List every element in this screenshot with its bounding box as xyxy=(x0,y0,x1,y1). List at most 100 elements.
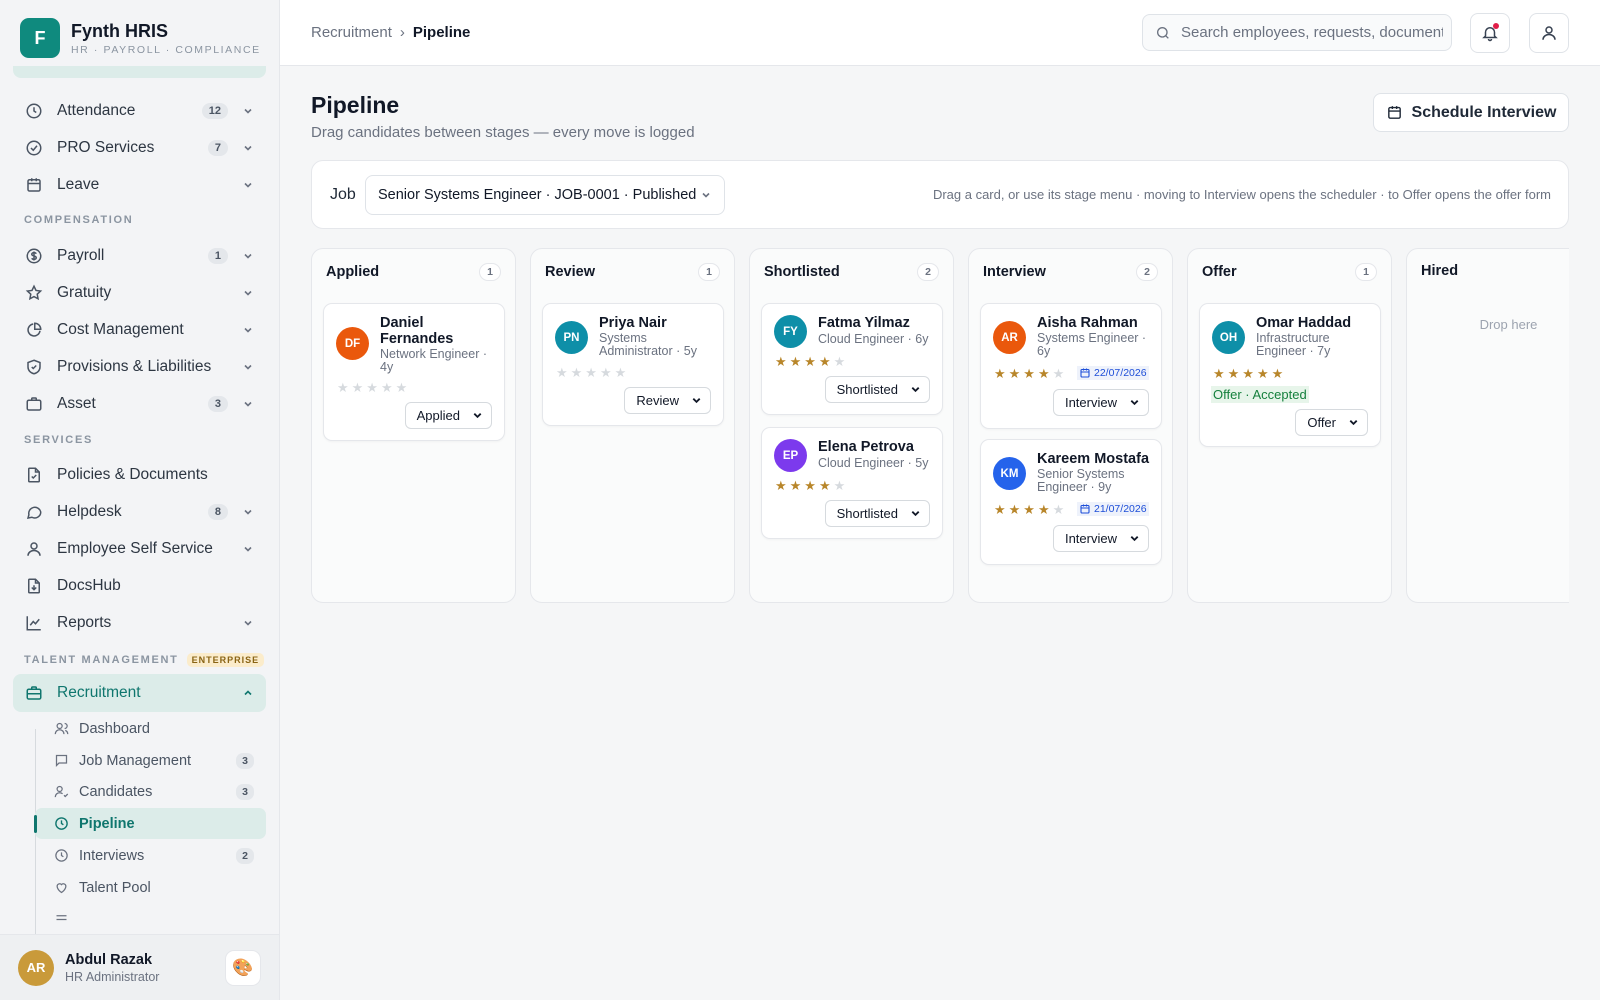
candidate-role: Cloud Engineer · 6y xyxy=(818,332,929,346)
chevron-down-icon[interactable] xyxy=(242,179,254,191)
enterprise-badge: ENTERPRISE xyxy=(186,653,265,667)
subnav-job-management[interactable]: Job Management 3 xyxy=(35,745,266,776)
drop-zone[interactable]: Drop here xyxy=(1407,317,1569,332)
sidebar-item-provisions[interactable]: Provisions & Liabilities xyxy=(13,349,266,385)
chevron-up-icon[interactable] xyxy=(242,687,254,699)
chevron-down-icon[interactable] xyxy=(242,506,254,518)
rating-stars[interactable]: ★★★★★ xyxy=(1213,366,1286,382)
rating-stars[interactable]: ★★★★★ xyxy=(994,502,1067,518)
count-badge: 8 xyxy=(207,504,228,520)
stage-select[interactable]: Interview xyxy=(1052,525,1149,552)
subnav-item-partial[interactable] xyxy=(35,904,266,934)
candidate-card-kareem[interactable]: KM Kareem Mostafa Senior Systems Enginee… xyxy=(980,439,1162,565)
column-title: Review xyxy=(545,264,595,280)
rating-stars[interactable]: ★★★★★ xyxy=(775,354,848,370)
column-hired[interactable]: Hired Drop here xyxy=(1406,248,1569,603)
sidebar-item-docshub[interactable]: DocsHub xyxy=(13,568,266,604)
stars-filled: ★★★★ xyxy=(994,502,1053,517)
column-title: Hired xyxy=(1421,263,1459,279)
chevron-down-icon[interactable] xyxy=(242,324,254,336)
section-services: SERVICES xyxy=(24,434,94,446)
subnav-interviews[interactable]: Interviews 2 xyxy=(35,840,266,871)
candidate-card-elena[interactable]: EP Elena Petrova Cloud Engineer · 5y ★★★… xyxy=(761,427,943,539)
column-offer[interactable]: Offer 1 OH Omar Haddad Infrastructure En… xyxy=(1187,248,1392,603)
count-badge: 1 xyxy=(207,248,228,264)
candidate-card-priya[interactable]: PN Priya Nair Systems Administrator · 5y… xyxy=(542,303,724,426)
page-title: Pipeline xyxy=(311,92,400,118)
sidebar-item-leave[interactable]: Leave xyxy=(13,167,266,203)
stage-select[interactable]: Offer xyxy=(1295,409,1368,436)
avatar: FY xyxy=(774,315,807,348)
sidebar-nav[interactable]: Attendance 12 PRO Services 7 Leave COMPE… xyxy=(0,66,279,934)
chevron-down-icon[interactable] xyxy=(242,250,254,262)
check-circle-icon xyxy=(26,140,42,156)
column-title: Offer xyxy=(1202,264,1237,280)
search-input[interactable] xyxy=(1181,24,1443,41)
avatar: KM xyxy=(993,457,1026,490)
notifications-button[interactable] xyxy=(1470,13,1510,53)
chevron-down-icon[interactable] xyxy=(242,361,254,373)
profile-button[interactable] xyxy=(1529,13,1569,53)
column-shortlisted[interactable]: Shortlisted 2 FY Fatma Yilmaz Cloud Engi… xyxy=(749,248,954,603)
rating-stars[interactable]: ★★★★★ xyxy=(775,478,848,494)
sidebar-item-payroll[interactable]: Payroll 1 xyxy=(13,238,266,274)
schedule-interview-label: Schedule Interview xyxy=(1411,103,1557,121)
candidate-card-fatma[interactable]: FY Fatma Yilmaz Cloud Engineer · 6y ★★★★… xyxy=(761,303,943,415)
sidebar-item-employee-self-service[interactable]: Employee Self Service xyxy=(13,531,266,567)
stage-select[interactable]: Applied xyxy=(404,402,492,429)
sidebar-item-partial[interactable] xyxy=(13,66,266,78)
column-title: Applied xyxy=(326,264,380,280)
chevron-down-icon[interactable] xyxy=(242,142,254,154)
job-filter-bar: Job Senior Systems Engineer · JOB-0001 ·… xyxy=(311,160,1569,229)
rating-stars[interactable]: ★★★★★ xyxy=(337,380,410,396)
brand[interactable]: F Fynth HRIS HR · PAYROLL · COMPLIANCE xyxy=(20,18,261,58)
user-role: HR Administrator xyxy=(65,969,160,984)
avatar: DF xyxy=(336,327,369,360)
sidebar-item-gratuity[interactable]: Gratuity xyxy=(13,275,266,311)
column-count: 2 xyxy=(917,263,939,281)
candidate-card-aisha[interactable]: AR Aisha Rahman Systems Engineer · 6y ★★… xyxy=(980,303,1162,429)
chevron-down-icon[interactable] xyxy=(242,398,254,410)
sidebar-item-label: Leave xyxy=(57,176,100,193)
schedule-interview-button[interactable]: Schedule Interview xyxy=(1373,93,1569,132)
sidebar-item-helpdesk[interactable]: Helpdesk 8 xyxy=(13,494,266,530)
palette-icon[interactable]: 🎨 xyxy=(225,949,261,986)
sidebar: F Fynth HRIS HR · PAYROLL · COMPLIANCE A… xyxy=(0,0,280,1000)
stage-select[interactable]: Interview xyxy=(1052,389,1149,416)
column-interview[interactable]: Interview 2 AR Aisha Rahman Systems Engi… xyxy=(968,248,1173,603)
stage-select[interactable]: Review xyxy=(624,387,711,414)
stage-select[interactable]: Shortlisted xyxy=(824,500,930,527)
subnav-talent-pool[interactable]: Talent Pool xyxy=(35,872,266,903)
chevron-down-icon[interactable] xyxy=(242,617,254,629)
column-applied[interactable]: Applied 1 DF Daniel Fernandes Network En… xyxy=(311,248,516,603)
job-select[interactable]: Senior Systems Engineer · JOB-0001 · Pub… xyxy=(365,175,725,215)
chevron-down-icon[interactable] xyxy=(242,105,254,117)
sidebar-item-reports[interactable]: Reports xyxy=(13,605,266,641)
search-box[interactable] xyxy=(1142,14,1452,51)
candidate-card-daniel[interactable]: DF Daniel Fernandes Network Engineer · 4… xyxy=(323,303,505,441)
user-name: Abdul Razak xyxy=(65,951,153,968)
sidebar-item-policies[interactable]: Policies & Documents xyxy=(13,457,266,493)
stage-select[interactable]: Shortlisted xyxy=(824,376,930,403)
subnav-pipeline[interactable]: Pipeline xyxy=(34,808,266,839)
page-subtitle: Drag candidates between stages — every m… xyxy=(311,124,695,141)
user-profile[interactable]: AR Abdul Razak HR Administrator 🎨 xyxy=(0,934,279,1000)
column-review[interactable]: Review 1 PN Priya Nair Systems Administr… xyxy=(530,248,735,603)
rating-stars[interactable]: ★★★★★ xyxy=(994,366,1067,382)
subnav-dashboard[interactable]: Dashboard xyxy=(35,713,266,744)
sidebar-item-attendance[interactable]: Attendance 12 xyxy=(13,93,266,129)
chevron-down-icon[interactable] xyxy=(242,543,254,555)
clock-icon xyxy=(26,103,42,119)
chat-bubble-icon xyxy=(26,506,42,519)
sidebar-item-asset[interactable]: Asset 3 xyxy=(13,386,266,422)
breadcrumb-parent[interactable]: Recruitment xyxy=(311,24,392,41)
candidate-card-omar[interactable]: OH Omar Haddad Infrastructure Engineer ·… xyxy=(1199,303,1381,447)
rating-stars[interactable]: ★★★★★ xyxy=(556,365,629,381)
chevron-down-icon[interactable] xyxy=(242,287,254,299)
count-badge: 2 xyxy=(236,847,254,864)
chevron-down-icon xyxy=(473,413,482,419)
sidebar-item-cost-management[interactable]: Cost Management xyxy=(13,312,266,348)
subnav-candidates[interactable]: Candidates 3 xyxy=(35,776,266,807)
sidebar-item-recruitment[interactable]: Recruitment xyxy=(13,674,266,712)
sidebar-item-pro-services[interactable]: PRO Services 7 xyxy=(13,130,266,166)
